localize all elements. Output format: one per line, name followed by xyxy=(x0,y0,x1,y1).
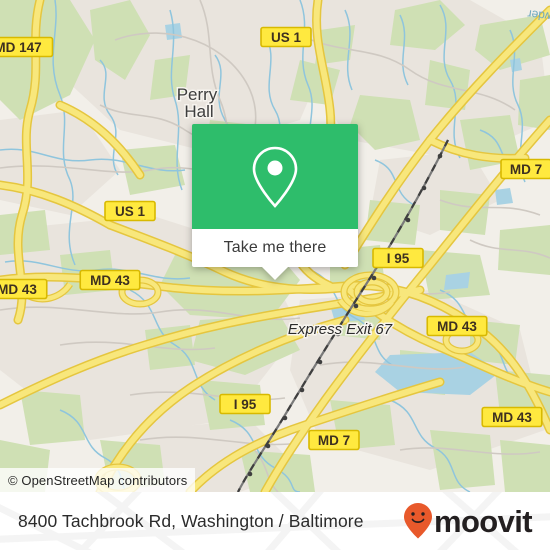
svg-text:MD 147: MD 147 xyxy=(0,40,42,55)
road-shield: MD 43 xyxy=(79,269,141,291)
road-shield: US 1 xyxy=(260,26,312,48)
address-text: 8400 Tachbrook Rd, Washington / Baltimor… xyxy=(18,510,364,531)
popup-header xyxy=(192,124,358,229)
svg-text:MD 7: MD 7 xyxy=(318,433,350,448)
svg-text:I 95: I 95 xyxy=(387,251,410,266)
osm-attribution[interactable]: © OpenStreetMap contributors xyxy=(0,468,196,492)
take-me-there-label: Take me there xyxy=(223,239,327,256)
road-shield: MD 7 xyxy=(308,429,360,451)
svg-text:I 95: I 95 xyxy=(234,397,257,412)
map-pin-icon xyxy=(252,146,298,208)
moovit-map-screen: PerryHall Big Gunpowder Express Exit 67 … xyxy=(0,0,550,550)
osm-attribution-text: © OpenStreetMap contributors xyxy=(8,472,188,488)
exit-labels: Express Exit 67 xyxy=(286,320,394,340)
popup-tail xyxy=(262,267,288,280)
moovit-wordmark: moovit xyxy=(433,503,533,539)
svg-text:US 1: US 1 xyxy=(271,30,302,45)
svg-text:MD 43: MD 43 xyxy=(0,282,37,297)
svg-text:MD 43: MD 43 xyxy=(90,273,130,288)
location-popup[interactable]: Take me there xyxy=(192,124,358,280)
road-shield: I 95 xyxy=(219,393,271,415)
take-me-there-button[interactable]: Take me there xyxy=(192,229,358,267)
footer-bar: 8400 Tachbrook Rd, Washington / Baltimor… xyxy=(0,492,550,550)
road-shield: MD 43 xyxy=(481,406,543,428)
moovit-logo[interactable]: moovit xyxy=(403,502,533,540)
road-shield: MD 147 xyxy=(0,36,54,58)
moovit-pin-icon xyxy=(403,503,432,539)
svg-text:US 1: US 1 xyxy=(115,204,146,219)
svg-text:MD 7: MD 7 xyxy=(510,162,542,177)
road-shield: MD 7 xyxy=(500,158,550,180)
svg-text:MD 43: MD 43 xyxy=(437,319,477,334)
svg-text:MD 43: MD 43 xyxy=(492,410,532,425)
place-label: Hall xyxy=(184,102,213,121)
road-shield: I 95 xyxy=(372,247,424,269)
road-shield: US 1 xyxy=(104,200,156,222)
road-shield: MD 43 xyxy=(426,315,488,337)
road-shield: MD 43 xyxy=(0,278,48,300)
exit-label: Express Exit 67 xyxy=(288,321,393,338)
